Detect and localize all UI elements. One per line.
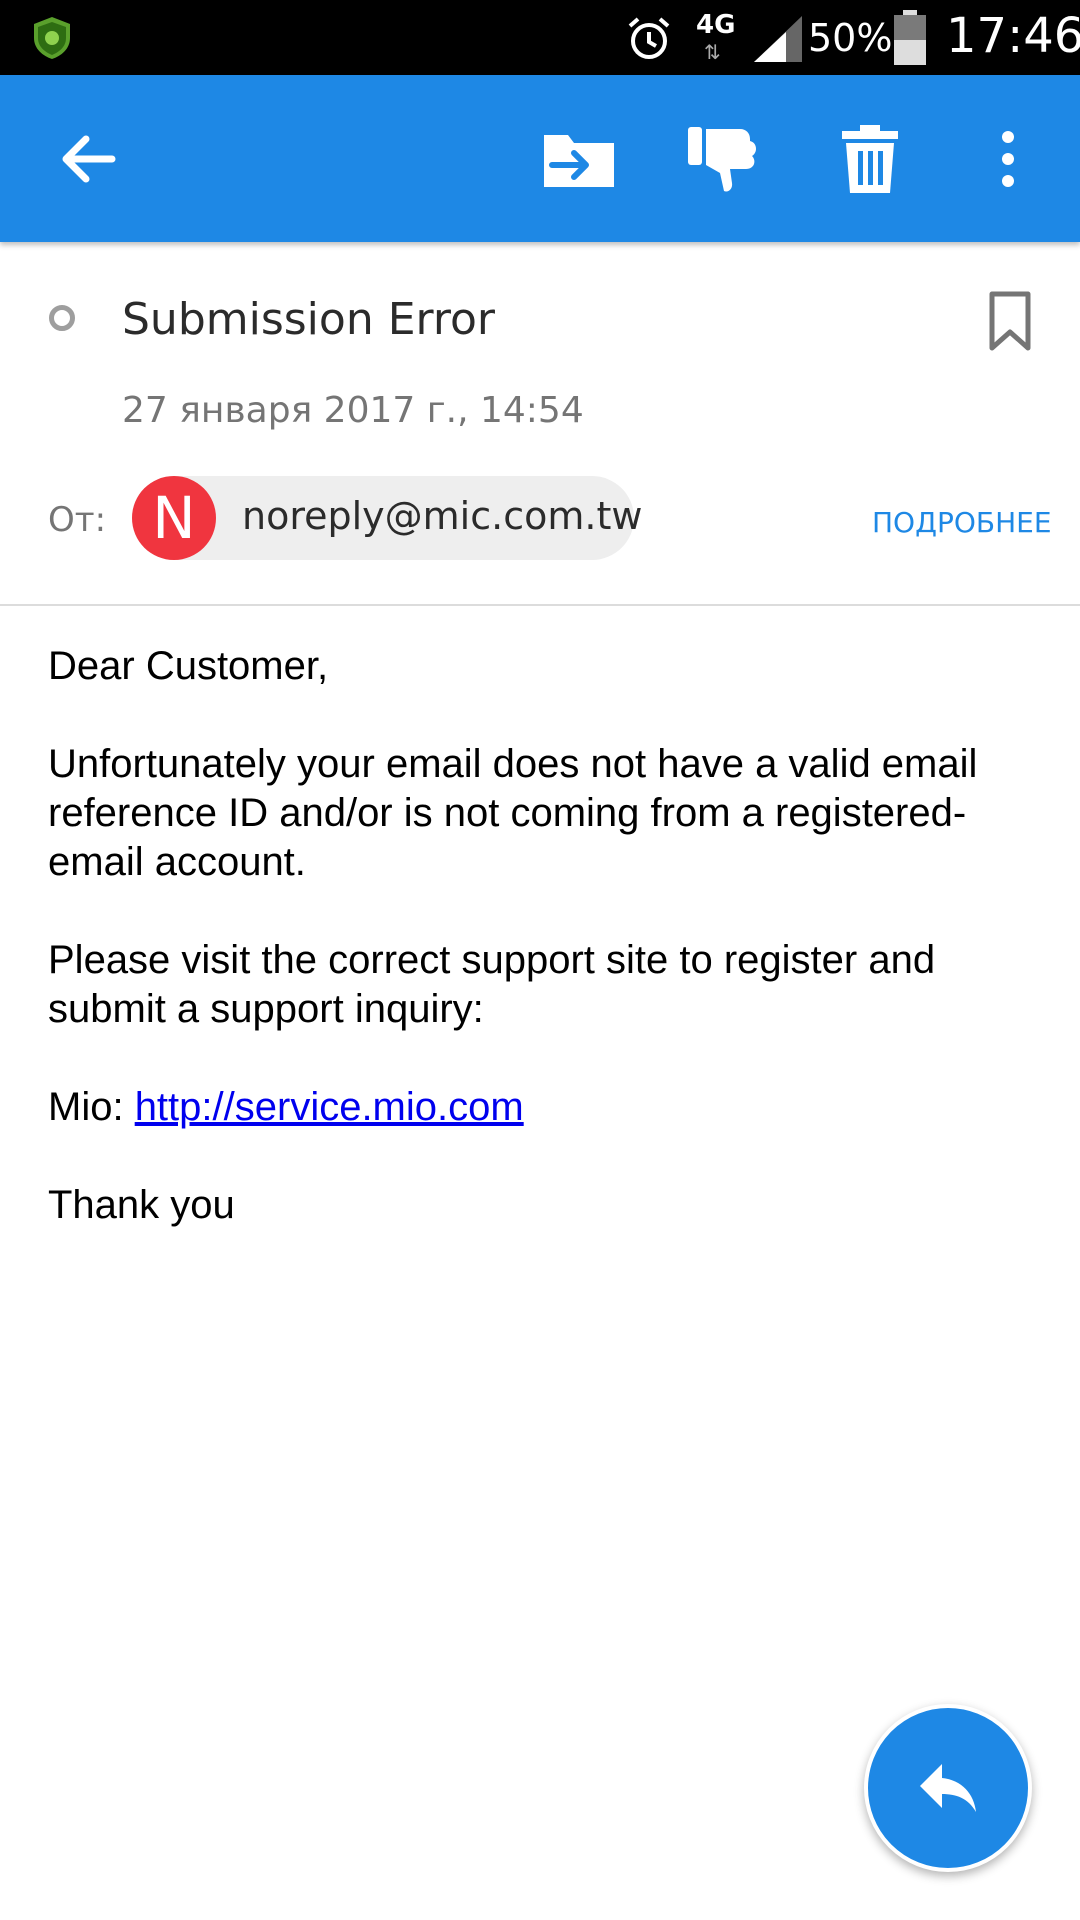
delete-button[interactable] xyxy=(822,111,918,207)
battery-icon xyxy=(894,10,926,65)
avatar: N xyxy=(132,476,216,560)
data-activity-icon: ⇅ xyxy=(704,40,721,64)
thumbs-down-icon xyxy=(688,127,756,192)
more-options-button[interactable] xyxy=(960,111,1056,207)
divider xyxy=(0,604,1080,606)
spam-button[interactable] xyxy=(674,111,770,207)
support-link[interactable]: http://service.mio.com xyxy=(135,1085,524,1129)
more-vert-icon xyxy=(1002,131,1014,187)
subject-row: Submission Error xyxy=(0,242,1080,362)
unread-toggle[interactable] xyxy=(49,305,75,331)
trash-icon xyxy=(842,125,898,193)
move-to-folder-icon xyxy=(544,135,614,187)
app-bar xyxy=(0,75,1080,242)
back-button[interactable] xyxy=(40,111,136,207)
reply-button[interactable] xyxy=(864,1704,1032,1872)
alarm-icon xyxy=(628,17,670,59)
from-label: От: xyxy=(48,500,107,540)
body-paragraph-2: Please visit the correct support site to… xyxy=(48,938,936,1031)
move-to-folder-button[interactable] xyxy=(530,111,626,207)
message-body: Dear Customer, Unfortunately your email … xyxy=(48,642,1048,1279)
sender-chip[interactable]: N noreply@mic.com.tw xyxy=(132,476,642,560)
back-arrow-icon xyxy=(62,135,116,183)
body-greeting: Dear Customer, xyxy=(48,644,329,688)
link-prefix: Mio: xyxy=(48,1085,135,1129)
signal-icon xyxy=(754,16,802,62)
battery-percent: 50% xyxy=(808,16,893,60)
bookmark-icon[interactable] xyxy=(986,290,1034,352)
clock: 17:46 xyxy=(946,8,1080,64)
message-date: 27 января 2017 г., 14:54 xyxy=(122,390,584,431)
message-subject: Submission Error xyxy=(122,294,495,345)
network-type: 4G xyxy=(696,10,736,40)
sender-email: noreply@mic.com.tw xyxy=(242,494,643,538)
reply-icon xyxy=(920,1764,976,1812)
body-link-line: Mio: http://service.mio.com xyxy=(48,1083,1048,1132)
shield-icon xyxy=(34,17,70,59)
status-bar: 4G ⇅ 50% 17:46 xyxy=(0,0,1080,75)
details-button[interactable]: ПОДРОБНЕЕ xyxy=(872,506,1052,539)
body-closing: Thank you xyxy=(48,1183,235,1227)
body-paragraph-1: Unfortunately your email does not have a… xyxy=(48,742,978,884)
